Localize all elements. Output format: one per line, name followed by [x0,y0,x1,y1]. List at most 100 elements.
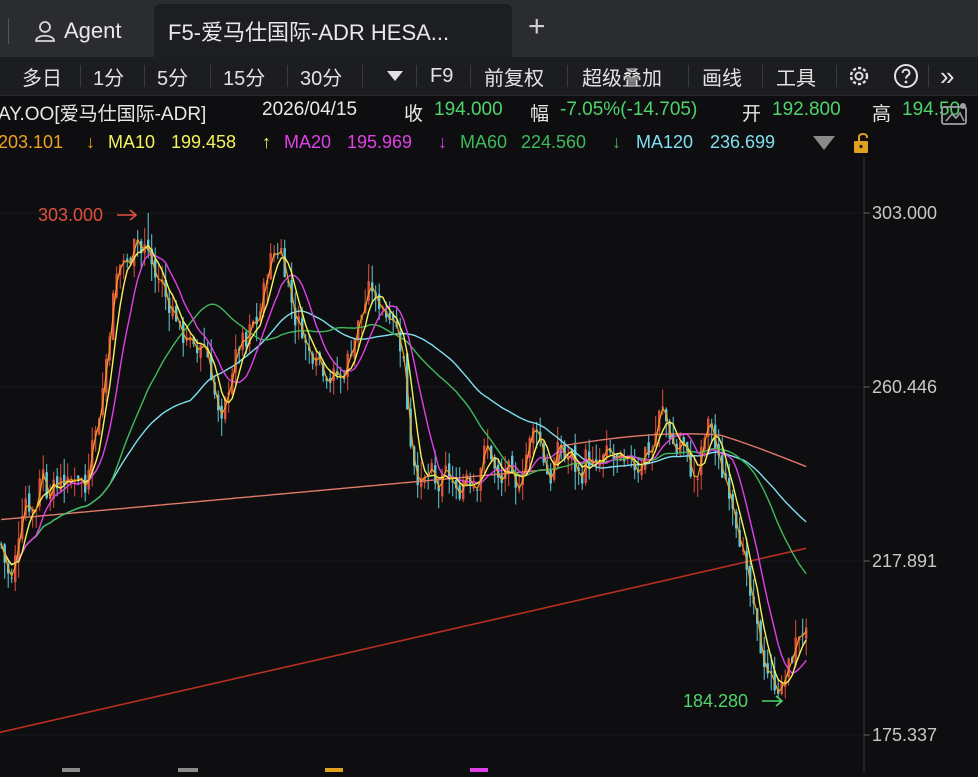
add-tab-button[interactable]: + [528,10,546,44]
toolbar-divider [80,65,81,87]
change-label: 幅 [530,104,550,125]
candle-body [444,465,447,470]
overlay-button[interactable]: 超级叠加 [582,57,662,95]
high-marker-arrow [117,209,138,221]
toolbar-divider [210,65,211,87]
ma20-value: 195.969 [347,132,413,152]
toolbar-divider [836,65,837,87]
candle [647,434,650,459]
candle [66,463,69,494]
candle [766,649,769,679]
y-tick-group: 303.000 260.446 217.891 175.337 [864,203,937,745]
candle [469,472,472,494]
tab-agent-label: Agent [64,17,122,43]
f9-button[interactable]: F9 [430,57,453,95]
ma5-value: 203.101 [0,132,64,152]
open-label: 开 [742,104,762,125]
kline-chart-svg[interactable]: 303.000 260.446 217.891 175.337 303.000 … [0,157,978,772]
toolbar-divider [144,65,145,87]
ma120-line [0,310,807,566]
y-tick-label: 175.337 [872,725,937,745]
candle-body [10,577,13,579]
ma20-arrow: ↓ [438,132,447,152]
dropdown-triangle-icon[interactable] [386,57,404,95]
ma60-arrow: ↓ [612,132,621,152]
toolbar-divider [688,65,689,87]
candle [276,243,279,260]
quote-info-bar: AY.OO[爱马仕国际-ADR] 2026/04/15 收 194.000 幅 … [0,97,978,125]
ma-line-group [0,238,807,693]
high-label: 高 [872,104,892,125]
screenshot-overlay-icon[interactable] [940,101,970,127]
bottom-bar-stubs [62,768,488,772]
candle-body [476,489,479,491]
low-marker-label: 184.280 [683,691,748,711]
tab-bar: Agent F5-爱马仕国际-ADR HESA... + [0,0,978,57]
toolbar-divider [287,65,288,87]
quote-date: 2026/04/15 [262,99,358,120]
candle [696,476,699,497]
toolbar-divider [762,65,763,87]
y-tick-label: 260.446 [872,377,937,397]
candle [59,463,62,494]
person-icon [35,20,55,42]
candle [3,542,6,579]
change-value: -7.05%(-14.705) [560,99,698,120]
candle-body [28,493,31,512]
y-tick-label: 217.891 [872,551,937,571]
candle-body [315,356,318,367]
candle [805,618,808,656]
period-1m-button[interactable]: 1分 [93,57,124,95]
period-5m-button[interactable]: 5分 [157,57,188,95]
close-value: 194.000 [434,99,503,120]
candle-body [77,475,80,479]
gear-icon[interactable] [846,57,872,95]
tab-stock-label: F5-爱马仕国际-ADR HESA... [168,19,450,45]
toolbar: 多日 1分 5分 15分 30分 F9 前复权 超级叠加 画线 工具 » [0,57,978,96]
ma5-line [0,238,807,693]
low-marker: 184.280 [683,691,784,711]
kline-chart[interactable]: 303.000 260.446 217.891 175.337 303.000 … [0,157,978,772]
ma10-value: 199.458 [171,132,237,152]
ma60-label: MA60 [460,132,508,152]
ma60-line [0,303,807,575]
ma120-label: MA120 [636,132,694,152]
lock-icon[interactable] [850,131,874,157]
low-marker-arrow [762,695,784,707]
toolbar-divider [928,65,929,87]
candle [518,473,521,494]
adjust-button[interactable]: 前复权 [484,57,544,95]
candle [73,467,76,497]
period-30m-button[interactable]: 30分 [300,57,342,95]
tools-button[interactable]: 工具 [776,57,816,95]
candle [773,656,776,695]
tab-stock[interactable]: F5-爱马仕国际-ADR HESA... [154,4,512,57]
ma250-line [1,433,807,521]
candle [28,485,31,516]
ma20-label: MA20 [284,132,332,152]
more-button[interactable]: » [940,57,954,95]
candle [56,467,59,497]
collapse-triangle-icon[interactable] [812,135,836,156]
candle [609,439,612,455]
toolbar-divider [470,65,471,87]
high-marker: 303.000 [38,205,138,225]
period-multi-day-button[interactable]: 多日 [22,57,62,95]
close-label: 收 [404,104,424,125]
open-value: 192.800 [772,99,841,120]
toolbar-divider [362,65,363,87]
tab-agent[interactable]: Agent [12,4,152,57]
candle [168,289,171,332]
candle [591,446,594,467]
candle-body [59,477,62,491]
ma60-value: 224.560 [521,132,587,152]
tab-separator [8,18,9,44]
candle-body [518,488,521,491]
ma5-arrow: ↓ [86,132,95,152]
bottom-stub [325,768,343,772]
toolbar-divider [567,65,568,87]
ma10-arrow: ↑ [262,132,271,152]
help-icon[interactable] [893,57,919,95]
period-15m-button[interactable]: 15分 [223,57,265,95]
draw-line-button[interactable]: 画线 [702,57,742,95]
